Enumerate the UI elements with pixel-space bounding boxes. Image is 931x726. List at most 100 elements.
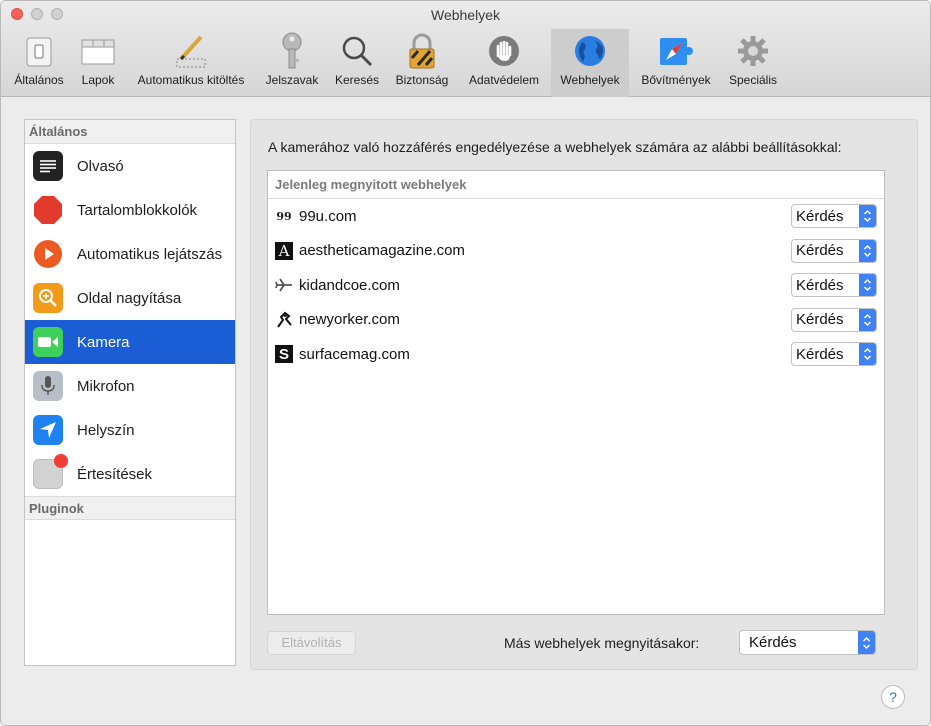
- sidebar-item-label: Oldal nagyítása: [77, 289, 182, 307]
- favicon-99u: 99: [276, 209, 292, 223]
- tab-label: Automatikus kitöltés: [137, 73, 245, 87]
- tab-label: Biztonság: [395, 73, 449, 87]
- location-arrow-icon: [33, 415, 63, 445]
- panel-description: A kamerához való hozzáférés engedélyezés…: [268, 139, 842, 155]
- table-row: 99 99u.com Kérdés: [268, 199, 884, 234]
- select-value: Kérdés: [796, 311, 844, 329]
- tab-label: Bővítmények: [641, 73, 711, 87]
- chevron-updown-icon: [859, 239, 876, 262]
- tab-general[interactable]: Általános: [7, 29, 71, 97]
- tab-autofill[interactable]: Automatikus kitöltés: [125, 29, 257, 97]
- sidebar-item-autoplay[interactable]: Automatikus lejátszás: [25, 232, 235, 276]
- sidebar-item-microphone[interactable]: Mikrofon: [25, 364, 235, 408]
- chevron-updown-icon: [858, 631, 875, 654]
- sidebar-item-label: Helyszín: [77, 421, 135, 439]
- site-name: aestheticamagazine.com: [299, 242, 465, 260]
- site-permission-select[interactable]: Kérdés: [791, 273, 877, 298]
- play-icon: [33, 239, 63, 269]
- remove-button[interactable]: Eltávolítás: [267, 631, 356, 655]
- key-icon: [279, 31, 305, 71]
- websites-table: Jelenleg megnyitott webhelyek 99 99u.com…: [267, 170, 885, 615]
- reader-icon: [33, 151, 63, 181]
- tab-search[interactable]: Keresés: [329, 29, 385, 97]
- tabs-icon: [81, 31, 115, 71]
- sidebar-item-label: Tartalomblokkolók: [77, 201, 198, 219]
- chevron-updown-icon: [859, 308, 876, 331]
- favicon-surfacemag: S: [275, 345, 293, 364]
- hand-icon: [487, 31, 521, 71]
- chevron-updown-icon: [859, 343, 876, 366]
- table-row: S surfacemag.com Kérdés: [268, 337, 884, 372]
- tab-websites[interactable]: Webhelyek: [551, 29, 629, 97]
- favicon-aesthetica: A: [275, 241, 293, 260]
- switch-icon: [24, 31, 54, 71]
- select-value: Kérdés: [796, 207, 844, 225]
- globe-icon: [573, 31, 607, 71]
- select-value: Kérdés: [749, 634, 797, 651]
- sidebar-item-content-blockers[interactable]: Tartalomblokkolók: [25, 188, 235, 232]
- gears-icon: [736, 31, 770, 71]
- sidebar-item-label: Mikrofon: [77, 377, 135, 395]
- site-name: kidandcoe.com: [299, 276, 400, 294]
- select-value: Kérdés: [796, 242, 844, 260]
- site-name: 99u.com: [299, 207, 357, 225]
- sidebar-item-camera[interactable]: Kamera: [25, 320, 235, 364]
- table-row: kidandcoe.com Kérdés: [268, 268, 884, 303]
- pencil-icon: [173, 31, 209, 71]
- tab-passwords[interactable]: Jelszavak: [261, 29, 323, 97]
- newyorker-favicon-icon: [275, 311, 293, 329]
- chevron-updown-icon: [859, 274, 876, 297]
- site-permission-select[interactable]: Kérdés: [791, 342, 877, 367]
- chevron-updown-icon: [859, 205, 876, 228]
- tab-label: Webhelyek: [560, 73, 620, 87]
- microphone-icon: [33, 371, 63, 401]
- site-permission-select[interactable]: Kérdés: [791, 238, 877, 263]
- tab-label: Általános: [14, 73, 64, 87]
- sidebar-item-location[interactable]: Helyszín: [25, 408, 235, 452]
- site-permission-select[interactable]: Kérdés: [791, 204, 877, 229]
- tab-label: Adatvédelem: [468, 73, 540, 87]
- settings-panel: A kamerához való hozzáférés engedélyezés…: [250, 119, 918, 670]
- notification-icon: [33, 454, 68, 489]
- camera-icon: [33, 327, 63, 357]
- sidebar-item-notifications[interactable]: Értesítések: [25, 452, 235, 496]
- tab-extensions[interactable]: Bővítmények: [633, 29, 719, 97]
- sidebar-item-label: Automatikus lejátszás: [77, 245, 223, 263]
- site-permission-select[interactable]: Kérdés: [791, 307, 877, 332]
- table-row: newyorker.com Kérdés: [268, 303, 884, 338]
- badge-dot: [54, 454, 68, 468]
- sidebar-header-general: Általános: [25, 120, 235, 144]
- tab-privacy[interactable]: Adatvédelem: [461, 29, 547, 97]
- toolbar: Webhelyek Általános Lapok Automatikus ki…: [1, 1, 930, 97]
- table-row: A aestheticamagazine.com Kérdés: [268, 234, 884, 269]
- sidebar-header-plugins: Pluginok: [25, 496, 235, 520]
- site-name: newyorker.com: [299, 311, 400, 329]
- window-title: Webhelyek: [430, 7, 500, 23]
- airplane-icon: [275, 276, 293, 294]
- help-button[interactable]: ?: [881, 685, 905, 709]
- sidebar-item-reader[interactable]: Olvasó: [25, 144, 235, 188]
- tab-tabs[interactable]: Lapok: [76, 29, 120, 97]
- sidebar-item-label: Olvasó: [77, 157, 124, 175]
- stop-sign-icon: [33, 195, 63, 225]
- sidebar-item-label: Kamera: [77, 333, 130, 351]
- site-name: surfacemag.com: [299, 345, 410, 363]
- padlock-icon: [407, 31, 437, 71]
- other-sites-label: Más webhelyek megnyitásakor:: [504, 635, 700, 651]
- select-value: Kérdés: [796, 345, 844, 363]
- extension-icon: [658, 31, 694, 71]
- select-value: Kérdés: [796, 276, 844, 294]
- zoom-icon: [33, 283, 63, 313]
- other-sites-select[interactable]: Kérdés: [739, 630, 876, 655]
- sidebar-item-label: Értesítések: [77, 465, 153, 483]
- sidebar: Általános Olvasó Tartalomblokkolók Autom…: [24, 119, 236, 666]
- sidebar-item-page-zoom[interactable]: Oldal nagyítása: [25, 276, 235, 320]
- tab-label: Jelszavak: [265, 73, 319, 87]
- tab-label: Lapok: [81, 73, 115, 87]
- preferences-window: Webhelyek Általános Lapok Automatikus ki…: [0, 0, 931, 726]
- tab-security[interactable]: Biztonság: [389, 29, 455, 97]
- tab-label: Speciális: [728, 73, 778, 87]
- tab-label: Keresés: [334, 73, 380, 87]
- magnifier-icon: [340, 31, 374, 71]
- tab-advanced[interactable]: Speciális: [722, 29, 784, 97]
